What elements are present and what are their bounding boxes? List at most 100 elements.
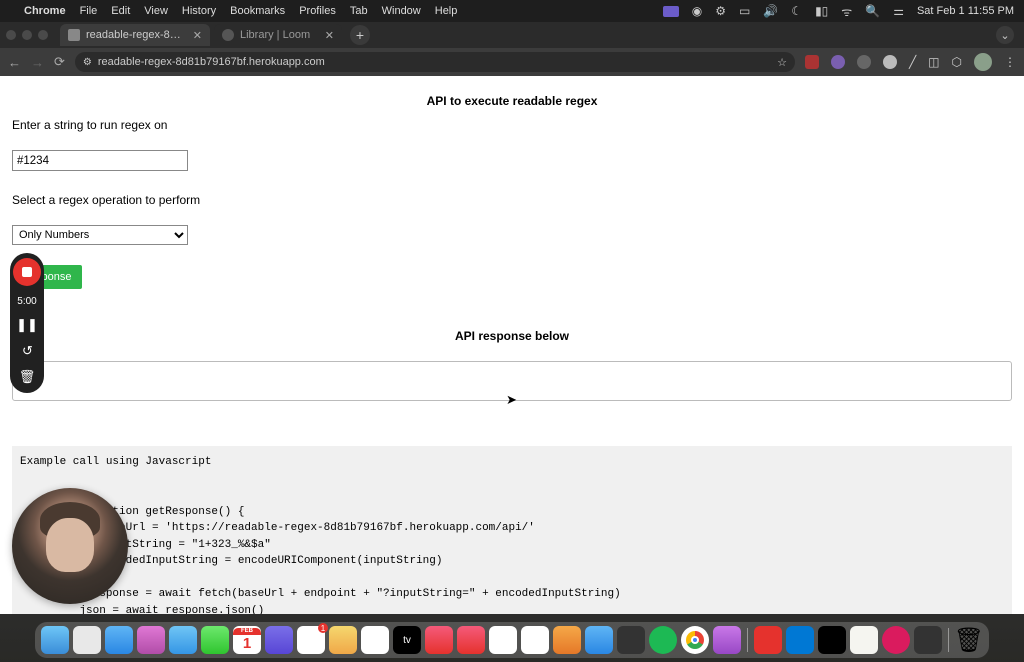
macos-dock: FEB 1 1 tv 🗑 (35, 622, 989, 658)
extension-icon[interactable] (857, 55, 871, 69)
menu-tab[interactable]: Tab (350, 5, 368, 17)
api-response-heading: API response below (12, 329, 1012, 343)
dock-numbers-icon[interactable] (521, 626, 549, 654)
moon-icon[interactable]: ☾ (791, 4, 802, 18)
loom-stop-button[interactable] (13, 258, 41, 286)
select-label: Select a regex operation to perform (12, 193, 1012, 207)
dock-trash-icon[interactable]: 🗑 (955, 626, 983, 654)
dock-creative-cloud-icon[interactable] (882, 626, 910, 654)
dock-separator (948, 628, 949, 652)
api-response-output[interactable] (12, 361, 1012, 401)
menu-history[interactable]: History (182, 5, 216, 17)
dock-photos-icon[interactable] (329, 626, 357, 654)
profile-avatar-icon[interactable] (974, 53, 992, 71)
menu-help[interactable]: Help (435, 5, 458, 17)
screen-recording-indicator-icon[interactable] (663, 6, 679, 17)
extension-icon[interactable] (883, 55, 897, 69)
menubar-datetime[interactable]: Sat Feb 1 11:55 PM (917, 5, 1014, 17)
dock-keynote-icon[interactable] (489, 626, 517, 654)
dock-acrobat-icon[interactable] (754, 626, 782, 654)
dock-pages-icon[interactable] (553, 626, 581, 654)
dock-news-icon[interactable] (457, 626, 485, 654)
tabs-dropdown-icon[interactable]: ⌄ (996, 26, 1014, 44)
loom-pause-icon[interactable]: ❚❚ (16, 317, 38, 333)
volume-icon[interactable]: 🔊 (763, 4, 778, 18)
dock-safari-icon[interactable] (169, 626, 197, 654)
page-title: API to execute readable regex (12, 94, 1012, 108)
macos-menubar: Chrome File Edit View History Bookmarks … (0, 0, 1024, 22)
dock-podcasts-icon[interactable] (713, 626, 741, 654)
battery-icon[interactable]: ▮▯ (815, 4, 828, 18)
loom-timer: 5:00 (17, 296, 36, 307)
tab-readable-regex[interactable]: readable-regex-8d81b79167 ✕ (60, 24, 210, 46)
chrome-tab-bar: readable-regex-8d81b79167 ✕ Library | Lo… (0, 22, 1024, 48)
maximize-window-icon[interactable] (38, 30, 48, 40)
tab-favicon-icon (222, 29, 234, 41)
dock-area: FEB 1 1 tv 🗑 (0, 614, 1024, 662)
menu-profiles[interactable]: Profiles (299, 5, 336, 17)
dock-app-icon[interactable] (914, 626, 942, 654)
dock-textedit-icon[interactable] (850, 626, 878, 654)
active-app-name[interactable]: Chrome (24, 5, 66, 17)
reload-button-icon[interactable]: ⟳ (54, 54, 65, 70)
menu-file[interactable]: File (80, 5, 98, 17)
settings-gear-icon[interactable]: ⚙ (715, 4, 726, 18)
loom-delete-icon[interactable]: 🗑 (19, 369, 36, 385)
close-window-icon[interactable] (6, 30, 16, 40)
url-bar[interactable]: ⚙ readable-regex-8d81b79167bf.herokuapp.… (75, 52, 795, 72)
input-label: Enter a string to run regex on (12, 118, 1012, 132)
menu-bookmarks[interactable]: Bookmarks (230, 5, 285, 17)
dock-notes-icon[interactable] (361, 626, 389, 654)
tab-loom-library[interactable]: Library | Loom ✕ (214, 24, 342, 46)
dock-launchpad-icon[interactable] (73, 626, 101, 654)
dock-app-icon[interactable] (265, 626, 293, 654)
regex-input[interactable] (12, 150, 188, 171)
screen-mirror-icon[interactable]: ▭ (739, 4, 750, 18)
extensions-icon[interactable]: ◫ (928, 55, 939, 69)
dock-spotify-icon[interactable] (649, 626, 677, 654)
url-text: readable-regex-8d81b79167bf.herokuapp.co… (98, 56, 325, 68)
wifi-icon[interactable]: ᯤ (841, 3, 852, 20)
extension-icon[interactable]: ⬡ (952, 55, 962, 69)
site-settings-icon[interactable]: ⚙ (83, 57, 92, 68)
forward-button-icon[interactable]: → (31, 55, 44, 70)
dock-finder-icon[interactable] (41, 626, 69, 654)
dock-calendar-icon[interactable]: FEB 1 (233, 626, 261, 654)
chrome-menu-icon[interactable]: ⋮ (1004, 55, 1016, 69)
dock-reminders-icon[interactable]: 1 (297, 626, 325, 654)
dock-separator (747, 628, 748, 652)
dock-mail-icon[interactable] (105, 626, 133, 654)
window-controls[interactable] (6, 30, 48, 40)
back-button-icon[interactable]: ← (8, 55, 21, 70)
tab-label: readable-regex-8d81b79167 (86, 29, 187, 41)
new-tab-button[interactable]: + (350, 25, 370, 45)
minimize-window-icon[interactable] (22, 30, 32, 40)
dock-vscode-icon[interactable] (786, 626, 814, 654)
loom-restart-icon[interactable]: ↻ (22, 343, 33, 359)
loom-webcam-bubble[interactable] (12, 488, 128, 604)
tab-favicon-icon (68, 29, 80, 41)
dock-settings-icon[interactable] (617, 626, 645, 654)
menu-window[interactable]: Window (382, 5, 421, 17)
menu-view[interactable]: View (144, 5, 168, 17)
dock-chrome-icon[interactable] (681, 626, 709, 654)
operation-select[interactable]: Only Numbers (12, 225, 188, 245)
dock-terminal-icon[interactable] (818, 626, 846, 654)
dock-appstore-icon[interactable] (585, 626, 613, 654)
extension-icon[interactable] (805, 55, 819, 69)
loom-menubar-icon[interactable]: ◉ (692, 4, 702, 18)
control-center-icon[interactable]: ⚌ (893, 4, 904, 18)
menu-edit[interactable]: Edit (111, 5, 130, 17)
bookmark-star-icon[interactable]: ☆ (777, 56, 787, 69)
close-tab-icon[interactable]: ✕ (325, 29, 334, 42)
loom-recorder-widget[interactable]: 5:00 ❚❚ ↻ 🗑 (10, 253, 44, 393)
extension-icon[interactable] (831, 55, 845, 69)
extension-icon[interactable]: ╱ (909, 55, 916, 69)
dock-messages-icon[interactable] (201, 626, 229, 654)
page-content: API to execute readable regex Enter a st… (0, 76, 1024, 614)
search-icon[interactable]: 🔍 (865, 4, 880, 18)
dock-tv-icon[interactable]: tv (393, 626, 421, 654)
close-tab-icon[interactable]: ✕ (193, 29, 202, 42)
dock-podcast-icon[interactable] (137, 626, 165, 654)
dock-music-icon[interactable] (425, 626, 453, 654)
